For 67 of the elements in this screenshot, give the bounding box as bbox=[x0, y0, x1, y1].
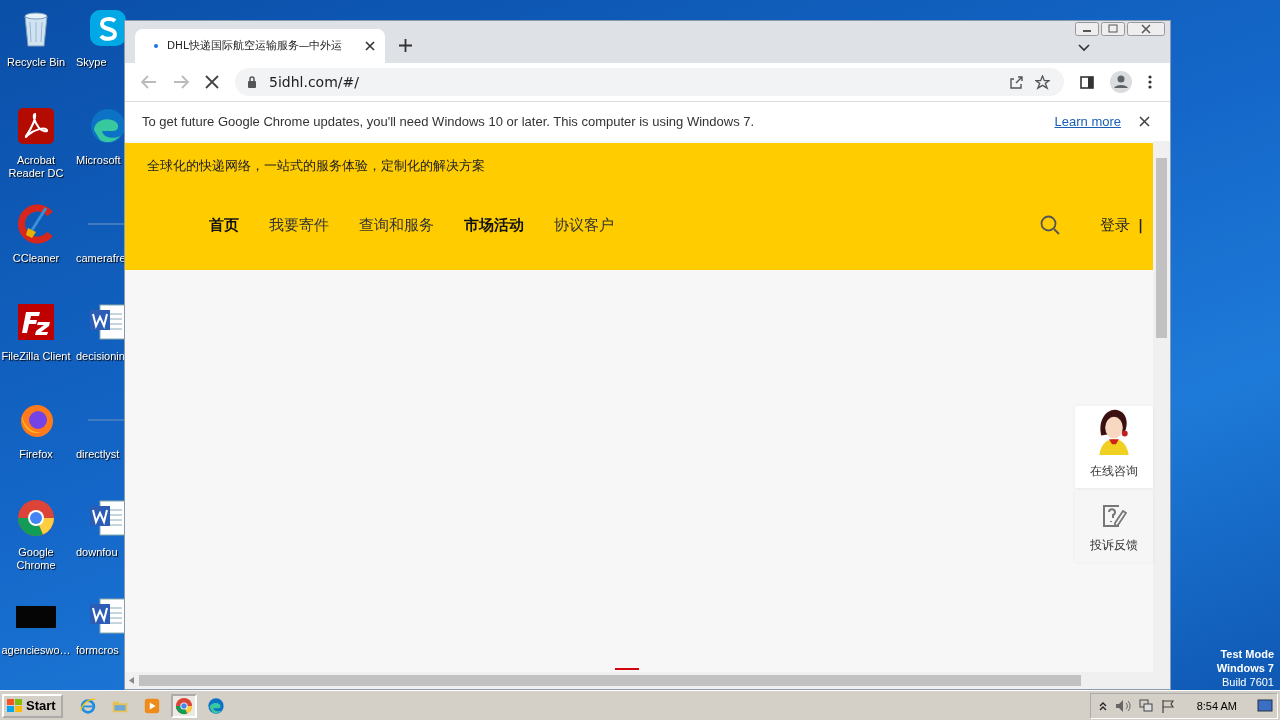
stop-icon[interactable] bbox=[205, 75, 219, 89]
chrome-icon bbox=[174, 696, 193, 715]
address-bar[interactable]: 5idhl.com/#/ bbox=[235, 68, 1064, 96]
nav-link[interactable]: 我要寄件 bbox=[269, 215, 329, 235]
flag-icon[interactable] bbox=[1160, 698, 1175, 713]
profile-icon[interactable] bbox=[1110, 71, 1132, 93]
tagline: 全球化的快递网络，一站式的服务体验，定制化的解决方案 bbox=[147, 157, 485, 175]
show-desktop-icon[interactable] bbox=[1257, 698, 1273, 713]
desktop-icon-label[interactable]: directlyst bbox=[76, 448, 120, 461]
desktop-icon-label[interactable]: Skype bbox=[76, 56, 107, 69]
internet-explorer-icon bbox=[78, 696, 97, 715]
desktop-icon-label[interactable]: camerafre bbox=[76, 252, 126, 265]
search-icon[interactable] bbox=[1039, 215, 1060, 235]
taskbar-app-button[interactable] bbox=[170, 693, 197, 718]
desktop-icon-label[interactable]: Microsoft bbox=[76, 154, 121, 167]
windows-logo-icon bbox=[7, 698, 23, 713]
chevron-up-icon[interactable] bbox=[1098, 700, 1107, 711]
nav-link[interactable]: 首页 bbox=[209, 215, 239, 235]
desktop-icon-label[interactable]: downfou bbox=[76, 546, 118, 559]
clock[interactable]: 8:54 AM bbox=[1196, 699, 1237, 712]
browser-tab[interactable]: DHL快递国际航空运输服务—中外运 bbox=[135, 29, 385, 63]
side-panel-button[interactable]: 在线咨询 bbox=[1075, 406, 1153, 488]
os-notice-text: Windows 7 bbox=[1216, 661, 1274, 675]
update-message: To get future Google Chrome updates, you'll need Windows 10 or later. This computer is using Windows 7. bbox=[142, 114, 755, 129]
desktop-icon-label[interactable]: Google Chrome bbox=[0, 546, 72, 572]
speaker-icon[interactable] bbox=[1114, 698, 1131, 713]
tab-title: DHL快递国际航空运输服务—中外运 bbox=[167, 39, 344, 53]
media-player-icon bbox=[142, 696, 161, 715]
nav-link[interactable]: 查询和服务 bbox=[359, 215, 434, 235]
os-notice-text: Build 7601 bbox=[1222, 675, 1274, 689]
star-icon[interactable] bbox=[1035, 74, 1050, 90]
scroll-left-icon[interactable] bbox=[129, 677, 134, 684]
desktop-icon-label[interactable]: formcros bbox=[76, 644, 119, 657]
start-button[interactable]: Start bbox=[2, 693, 63, 718]
share-icon[interactable] bbox=[1009, 75, 1023, 89]
desktop-icon-label[interactable]: Acrobat Reader DC bbox=[0, 154, 72, 180]
os-notice-text: Test Mode bbox=[1220, 647, 1274, 661]
desktop-icon-label[interactable]: Recycle Bin bbox=[6, 56, 66, 69]
desktop-icon-label[interactable]: Firefox bbox=[19, 448, 53, 461]
filezilla-icon bbox=[16, 302, 56, 342]
separator-text: | bbox=[1137, 217, 1143, 233]
menu-icon[interactable] bbox=[1148, 75, 1152, 89]
desktop-icon-label[interactable]: decisionin bbox=[76, 350, 125, 363]
network-icon[interactable] bbox=[1138, 698, 1153, 713]
login-link[interactable]: 登录 bbox=[1099, 215, 1130, 235]
lock-icon bbox=[247, 76, 257, 88]
close-icon[interactable] bbox=[365, 41, 375, 51]
new-tab-icon[interactable] bbox=[399, 39, 412, 52]
edge-icon bbox=[206, 696, 225, 715]
side-panel-button[interactable]: 投诉反馈 bbox=[1075, 490, 1153, 562]
desktop-icon-label[interactable]: CCleaner bbox=[12, 252, 60, 265]
desktop-icon-label[interactable]: agencieswo… bbox=[1, 644, 71, 657]
nav-link[interactable]: 协议客户 bbox=[554, 215, 614, 235]
side-panel-icon[interactable] bbox=[1080, 75, 1094, 89]
learn-more-link[interactable]: Learn more bbox=[1054, 114, 1121, 129]
horizontal-scrollbar[interactable] bbox=[125, 672, 1153, 689]
chevron-down-icon[interactable] bbox=[1078, 44, 1090, 52]
desktop-icon-label[interactable]: FileZilla Client bbox=[1, 350, 71, 363]
minimize-icon[interactable] bbox=[1075, 22, 1099, 36]
close-icon[interactable] bbox=[1139, 116, 1150, 127]
acrobat-icon bbox=[16, 106, 56, 146]
vertical-scrollbar[interactable] bbox=[1153, 141, 1170, 689]
feedback-icon bbox=[1101, 503, 1127, 529]
nav-link[interactable]: 市场活动 bbox=[464, 215, 524, 235]
chrome-icon bbox=[16, 498, 56, 538]
skype-icon bbox=[88, 8, 128, 48]
close-icon[interactable] bbox=[1127, 22, 1165, 36]
